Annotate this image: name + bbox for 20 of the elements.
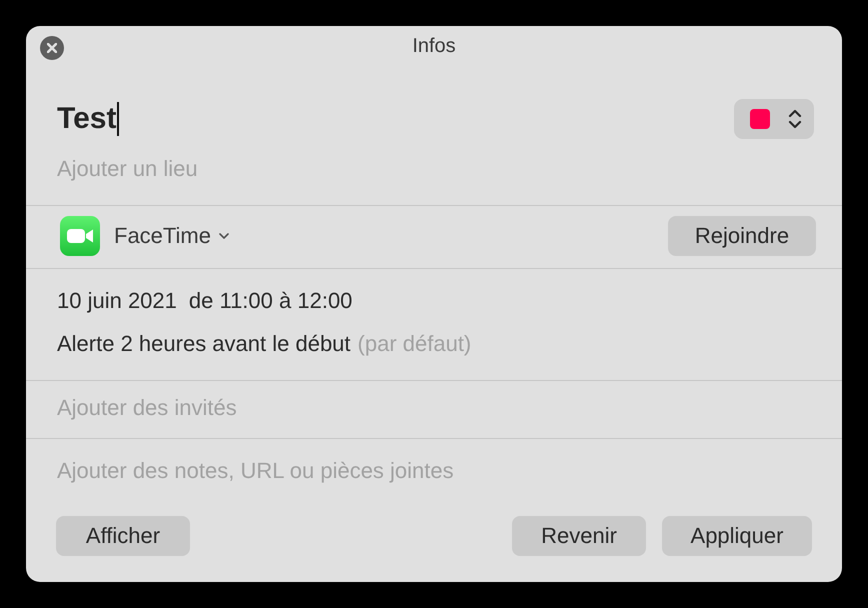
event-date[interactable]: 10 juin 2021 xyxy=(57,288,177,314)
notes-field[interactable]: Ajouter des notes, URL ou pièces jointes xyxy=(52,456,652,486)
default-note: (par défaut) xyxy=(358,331,472,357)
footer-button[interactable]: Revenir xyxy=(512,516,646,556)
video-camera-icon xyxy=(60,216,100,256)
event-time[interactable]: de 11:00 à 12:00 xyxy=(188,288,352,314)
title-field[interactable]: Test xyxy=(52,99,120,139)
footer-button[interactable]: Afficher xyxy=(56,516,190,556)
invitees-field[interactable]: Ajouter des invités xyxy=(52,393,552,423)
up-down-chevron-icon xyxy=(788,108,802,130)
chevron-down-icon xyxy=(218,233,229,239)
footer-button[interactable]: Appliquer xyxy=(662,516,812,556)
alert-setting[interactable]: Alerte 2 heures avant le début xyxy=(57,331,351,357)
window-title: Infos xyxy=(412,34,456,58)
calendar-color-popup[interactable] xyxy=(734,99,814,139)
close-icon xyxy=(47,43,57,53)
close-button[interactable] xyxy=(40,36,64,60)
join-button[interactable]: Rejoindre xyxy=(668,216,816,256)
video-app-popup[interactable]: FaceTime xyxy=(114,223,229,249)
location-field[interactable]: Ajouter un lieu xyxy=(52,154,452,184)
